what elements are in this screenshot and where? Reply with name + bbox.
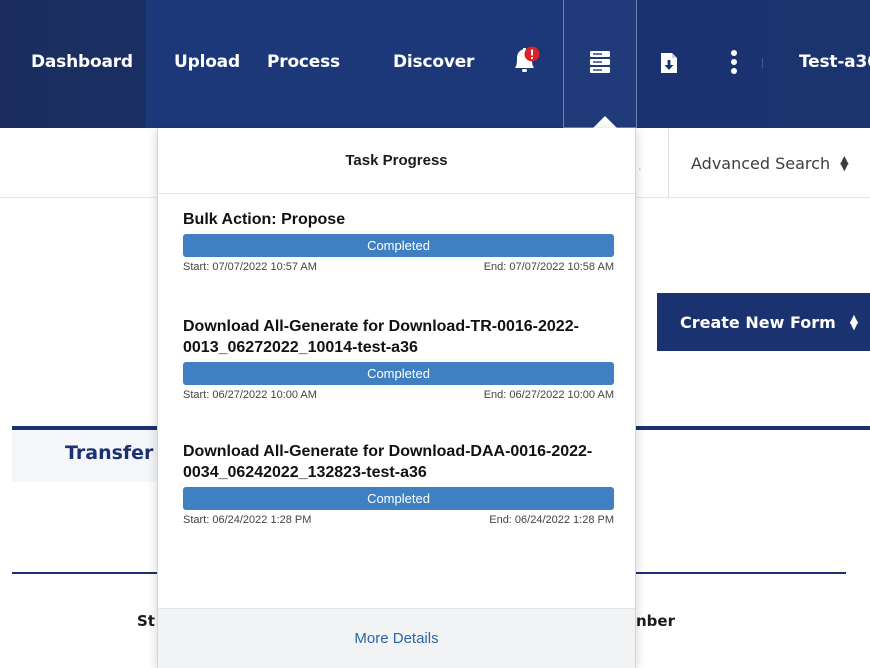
task-start-time: Start: 06/27/2022 10:00 AM xyxy=(183,389,317,401)
nav-dashboard[interactable]: Dashboard xyxy=(31,52,133,72)
table-column-header[interactable]: nber xyxy=(636,612,675,630)
nav-divider xyxy=(762,58,763,68)
nav-discover[interactable]: Discover xyxy=(393,52,474,72)
table-header-rule xyxy=(12,572,157,574)
table-header-rule xyxy=(636,572,846,574)
downloads-button[interactable] xyxy=(660,52,678,74)
search-input-fragment: . xyxy=(638,158,642,173)
task-title: Download All-Generate for Download-DAA-0… xyxy=(183,443,593,481)
bell-icon xyxy=(515,46,540,72)
task-progress-bar: Completed xyxy=(183,362,614,385)
tab-underline xyxy=(636,426,870,430)
advanced-search-label: Advanced Search xyxy=(691,153,831,173)
task-title: Download All-Generate for Download-TR-00… xyxy=(183,318,579,356)
task-progress-panel: Task Progress Bulk Action: Propose Compl… xyxy=(157,128,636,668)
nav-process[interactable]: Process xyxy=(267,52,340,72)
task-title: Bulk Action: Propose xyxy=(183,211,346,228)
tab-transfer-label: Transfer xyxy=(65,442,154,464)
download-file-icon xyxy=(661,53,677,73)
task-start-time: Start: 07/07/2022 10:57 AM xyxy=(183,261,317,273)
task-progress-bar: Completed xyxy=(183,234,614,257)
more-menu-button[interactable] xyxy=(728,49,740,77)
sort-toggle-icon: ▲ ▼ xyxy=(840,153,849,173)
task-item: Download All-Generate for Download-DAA-0… xyxy=(183,441,614,526)
task-end-time: End: 07/07/2022 10:58 AM xyxy=(483,261,614,273)
task-end-time: End: 06/24/2022 1:28 PM xyxy=(489,514,614,526)
task-item: Bulk Action: Propose Completed Start: 07… xyxy=(183,209,614,273)
nav-upload[interactable]: Upload xyxy=(174,52,240,72)
task-item: Download All-Generate for Download-TR-00… xyxy=(183,316,614,401)
notifications-button[interactable] xyxy=(510,46,540,80)
sort-toggle-icon: ▲ ▼ xyxy=(849,312,859,332)
task-end-time: End: 06/27/2022 10:00 AM xyxy=(483,389,614,401)
create-new-form-label: Create New Form xyxy=(680,312,836,332)
task-progress-bar: Completed xyxy=(183,487,614,510)
user-menu[interactable]: Test-a36 xyxy=(799,52,870,72)
task-progress-button[interactable] xyxy=(563,0,637,128)
more-vertical-icon xyxy=(731,50,737,74)
advanced-search-button[interactable]: Advanced Search ▲ ▼ xyxy=(668,128,870,198)
task-start-time: Start: 06/24/2022 1:28 PM xyxy=(183,514,312,526)
panel-title: Task Progress xyxy=(158,128,635,194)
create-new-form-button[interactable]: Create New Form ▲ ▼ xyxy=(657,293,870,351)
more-details-link[interactable]: More Details xyxy=(158,608,635,668)
top-navigation-bar: Dashboard Upload Process Discover Test-a… xyxy=(0,0,870,128)
server-icon xyxy=(590,51,610,73)
table-column-header[interactable]: St xyxy=(137,612,155,630)
